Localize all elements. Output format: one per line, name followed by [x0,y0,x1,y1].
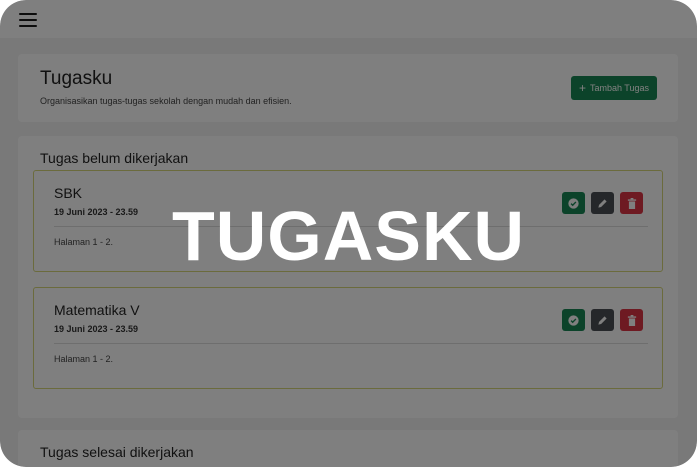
overlay-title: TUGASKU [171,197,526,275]
app-window: Tugasku Organisasikan tugas-tugas sekola… [0,0,697,467]
